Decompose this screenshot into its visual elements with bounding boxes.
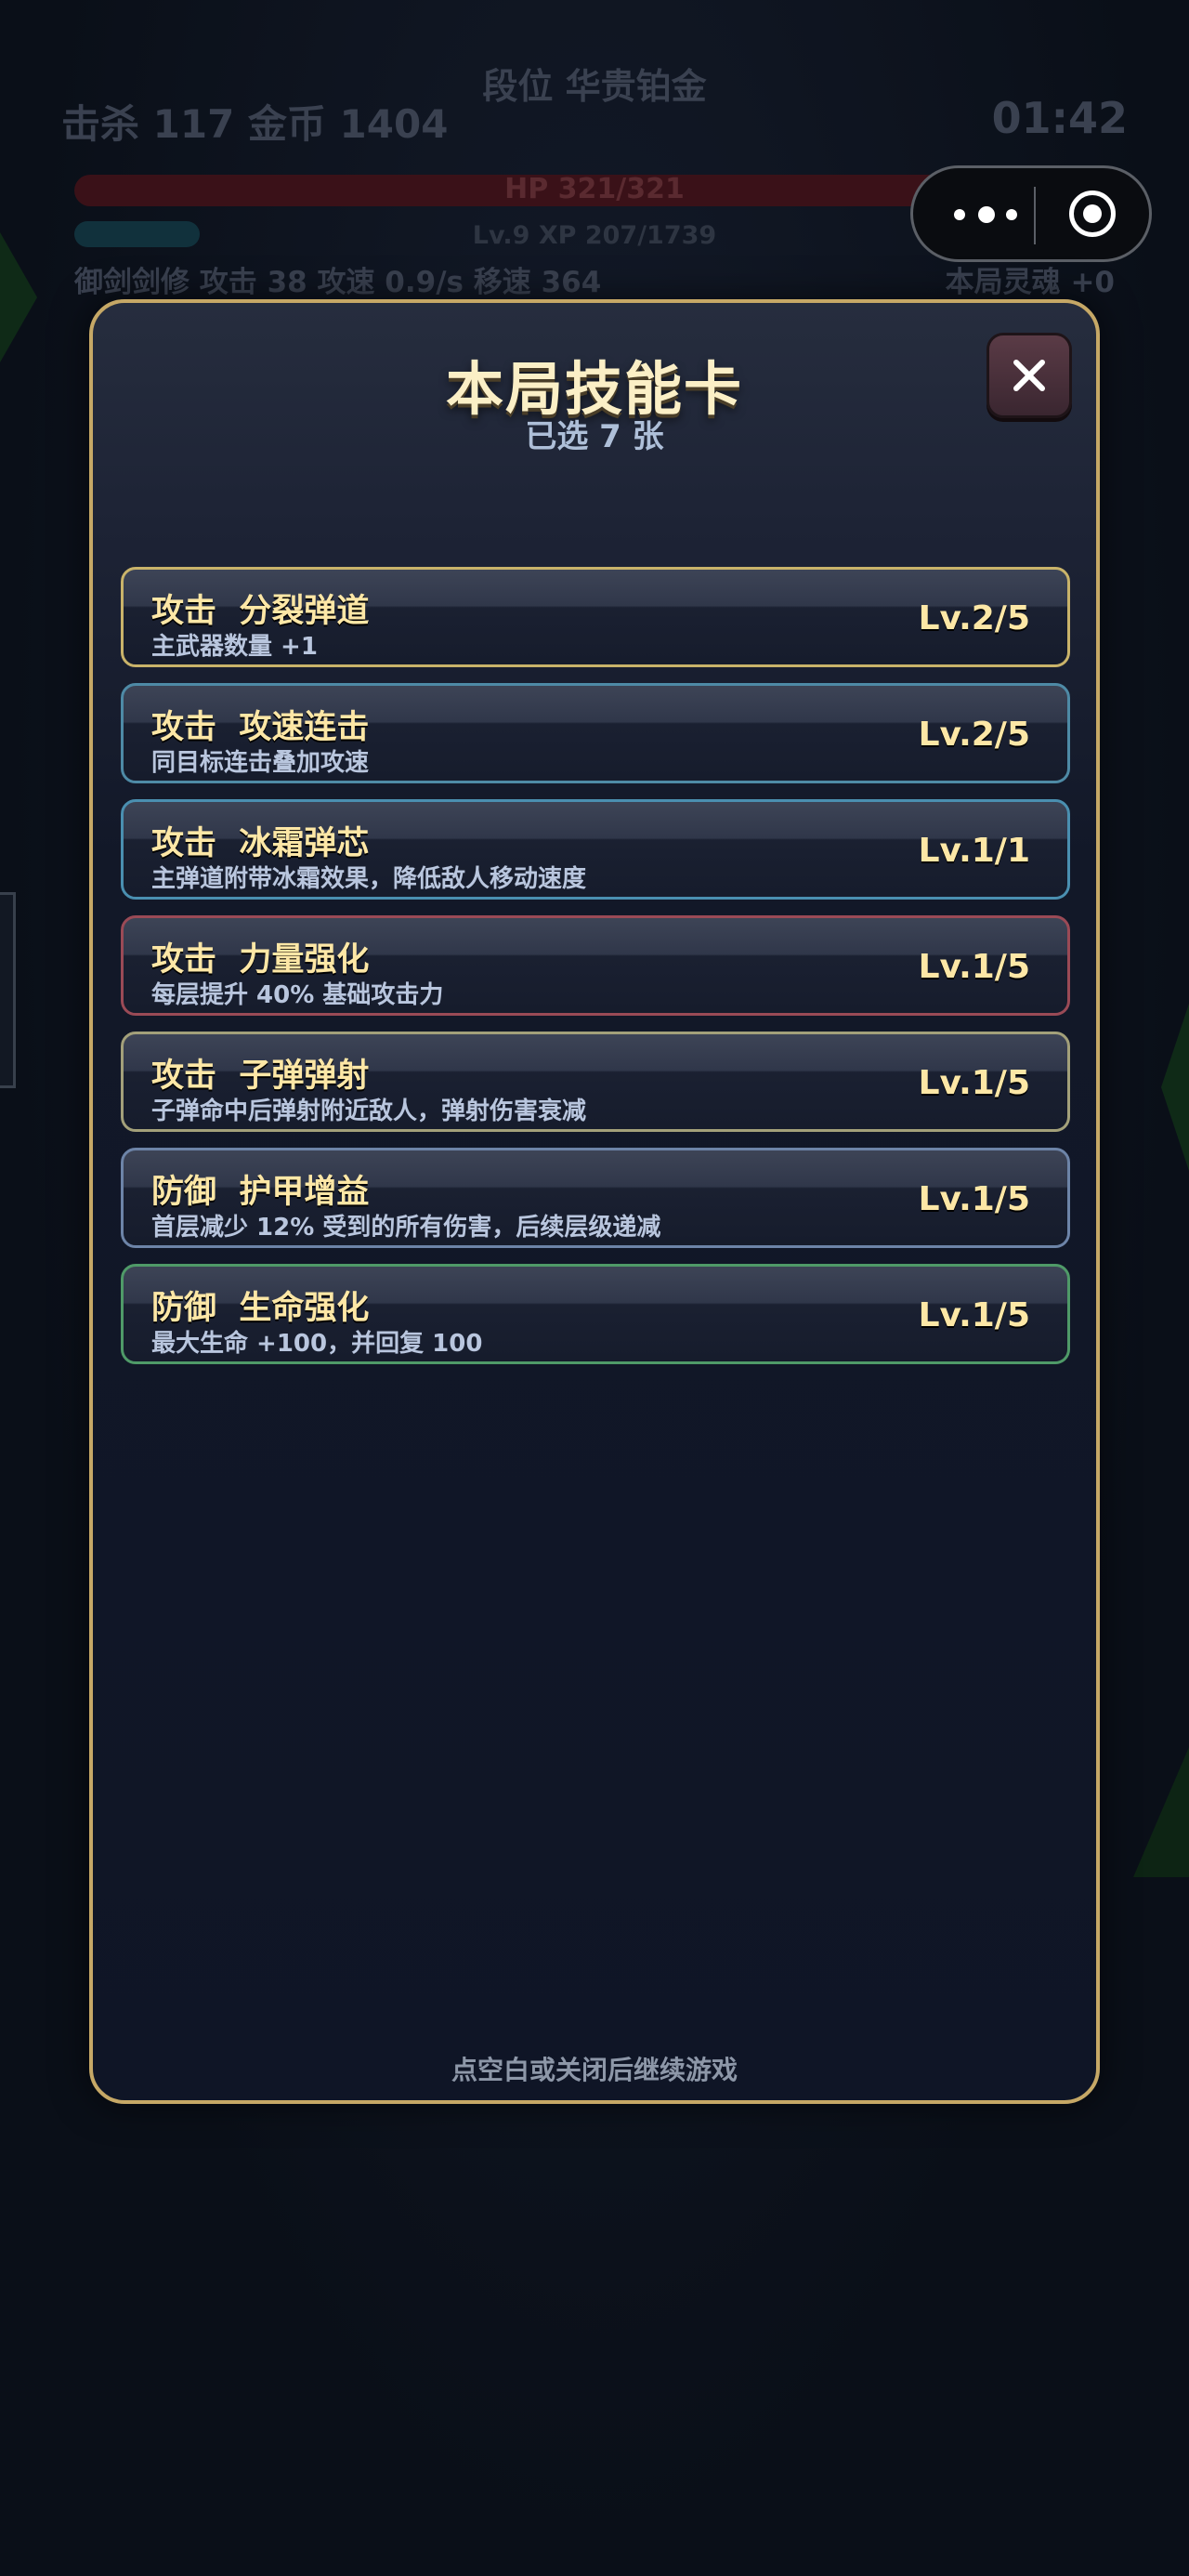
terrain-decoration — [1161, 1004, 1189, 1171]
skill-level: Lv.2/5 — [918, 716, 1030, 754]
more-menu-icon[interactable] — [947, 194, 1030, 235]
skill-card: 防御 生命强化最大生命 +100，并回复 100 Lv.1/5 — [121, 1264, 1070, 1364]
skill-description: 主武器数量 +1 — [151, 633, 318, 661]
skill-description: 每层提升 40% 基础攻击力 — [151, 981, 444, 1009]
soul-counter: 本局灵魂 +0 — [945, 266, 1115, 299]
skill-card: 攻击 力量强化 每层提升 40% 基础攻击力 Lv.1/5 — [121, 915, 1070, 1016]
skill-name: 攻击 力量强化 — [151, 941, 370, 979]
skill-name: 攻击 攻速连击 — [151, 709, 370, 746]
skill-name: 攻击 子弹弹射 — [151, 1058, 370, 1095]
kills-gold-label: 击杀 117 金币 1404 — [61, 101, 449, 147]
skill-card-list: 攻击 分裂弹道主武器数量 +1 Lv.2/5 攻击 攻速连击同目标连击叠加攻速 Lv.… — [121, 567, 1070, 1380]
skill-description: 同目标连击叠加攻速 — [151, 749, 370, 777]
side-panel — [0, 892, 16, 1088]
skill-card: 防御 护甲增益首层减少 12% 受到的所有伤害，后续层级递减 Lv.1/5 — [121, 1148, 1070, 1248]
skill-name: 防御 护甲增益 — [151, 1174, 370, 1211]
terrain-decoration — [0, 232, 37, 362]
skill-description: 子弹命中后弹射附近敌人，弹射伤害衰减 — [151, 1097, 587, 1125]
skill-name: 防御 生命强化 — [151, 1290, 370, 1327]
skill-name: 攻击 冰霜弹芯 — [151, 825, 370, 862]
skill-description: 最大生命 +100，并回复 100 — [151, 1330, 483, 1358]
skill-level: Lv.1/5 — [918, 1180, 1030, 1218]
player-stats: 御剑剑修 攻击 38 攻速 0.9/s 移速 364 — [74, 266, 602, 299]
skill-level: Lv.1/5 — [918, 1064, 1030, 1102]
continue-hint: 点空白或关闭后继续游戏 — [451, 2055, 738, 2085]
skill-card: 攻击 子弹弹射 子弹命中后弹射附近敌人，弹射伤害衰减 Lv.1/5 — [121, 1032, 1070, 1132]
skill-card: 攻击 分裂弹道主武器数量 +1 Lv.2/5 — [121, 567, 1070, 667]
selected-count: 已选 7 张 — [525, 418, 664, 455]
capsule-divider — [1034, 187, 1036, 244]
close-icon — [1013, 360, 1045, 391]
mini-program-capsule — [910, 165, 1152, 262]
skill-cards-modal: 本局技能卡 已选 7 张 攻击 分裂弹道 主武器数量 +1 Lv.2/5 攻击 攻速连… — [89, 299, 1100, 2104]
game-timer: 01:42 — [991, 93, 1128, 143]
terrain-decoration — [1133, 1747, 1189, 1877]
skill-description: 首层减少 12% 受到的所有伤害，后续层级递减 — [151, 1214, 661, 1242]
skill-description: 主弹道附带冰霜效果，降低敌人移动速度 — [151, 865, 587, 893]
skill-card: 攻击 攻速连击同目标连击叠加攻速 Lv.2/5 — [121, 683, 1070, 783]
skill-name: 攻击 分裂弹道 — [151, 593, 370, 630]
exit-target-icon[interactable] — [1069, 191, 1116, 237]
skill-level: Lv.2/5 — [918, 599, 1030, 637]
skill-card: 攻击 冰霜弹芯主弹道附带冰霜效果，降低敌人移动速度 Lv.1/1 — [121, 799, 1070, 900]
skill-level: Lv.1/5 — [918, 948, 1030, 986]
skill-level: Lv.1/5 — [918, 1296, 1030, 1334]
close-button[interactable] — [986, 333, 1072, 418]
skill-level: Lv.1/1 — [918, 832, 1030, 870]
